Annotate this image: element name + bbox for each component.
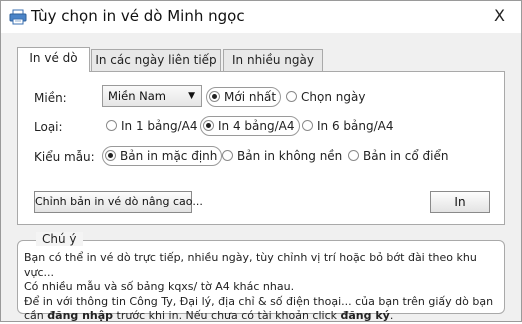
advanced-settings-button[interactable]: Chỉnh bản in vé dò nâng cao...	[34, 191, 203, 213]
radio-unchecked-icon	[302, 119, 313, 131]
note-box: Chú ý Bạn có thể in vé dò trực tiếp, nhi…	[17, 232, 505, 322]
region-select-value: Miền Nam	[108, 89, 166, 103]
radio-unchecked-icon	[106, 119, 117, 131]
radio-checked-icon	[203, 119, 214, 131]
type-option-4[interactable]: In 4 bảng/A4	[200, 116, 300, 136]
tab-consecutive-days[interactable]: In các ngày liên tiếp	[91, 49, 221, 71]
note-text: Bạn có thể in vé dò trực tiếp, nhiều ngà…	[24, 251, 504, 324]
register-link[interactable]: đăng ký	[341, 309, 390, 322]
login-link[interactable]: đăng nhập	[47, 309, 113, 322]
tab-panel: Miền: Miền Nam ▼ Mới nhất Chọn ngày Loại…	[17, 71, 505, 225]
region-label: Miền:	[34, 91, 67, 105]
radio-checked-icon	[105, 149, 116, 161]
radio-checked-icon	[209, 90, 220, 102]
window-title: Tùy chọn in vé dò Minh ngọc	[31, 7, 245, 25]
template-label: Kiểu mẫu:	[34, 150, 95, 164]
template-option-classic[interactable]: Bản in cổ điển	[348, 147, 448, 167]
type-option-6[interactable]: In 6 bảng/A4	[302, 117, 394, 137]
printer-icon	[9, 9, 27, 25]
tab-print-ticket[interactable]: In vé dò	[17, 47, 90, 72]
note-line: cần đăng nhập trước khi in. Nếu chưa có …	[24, 309, 394, 322]
note-line: Bạn có thể in vé dò trực tiếp, nhiều ngà…	[24, 251, 477, 279]
note-title: Chú ý	[36, 232, 83, 246]
tab-multiple-days[interactable]: In nhiều ngày	[223, 49, 323, 71]
note-line: Để in với thông tin Công Ty, Đại lý, địa…	[24, 294, 494, 308]
type-option-1[interactable]: In 1 bảng/A4	[106, 117, 198, 137]
region-select[interactable]: Miền Nam ▼	[102, 85, 202, 107]
print-button[interactable]: In	[430, 191, 490, 213]
title-bar: Tùy chọn in vé dò Minh ngọc X	[1, 1, 521, 33]
type-label: Loại:	[34, 120, 63, 134]
radio-unchecked-icon	[286, 90, 297, 102]
radio-unchecked-icon	[348, 149, 359, 161]
print-options-dialog: Tùy chọn in vé dò Minh ngọc X In vé dò I…	[0, 0, 522, 322]
template-option-default[interactable]: Bản in mặc định	[102, 146, 223, 166]
dropdown-arrow-icon: ▼	[188, 91, 195, 101]
template-option-no-background[interactable]: Bản in không nền	[222, 147, 342, 167]
radio-unchecked-icon	[222, 149, 233, 161]
close-button[interactable]: X	[494, 6, 505, 25]
note-line: Có nhiều mẫu và số bảng kqxs/ tờ A4 khác…	[24, 280, 295, 293]
date-option-latest[interactable]: Mới nhất	[206, 87, 282, 107]
date-option-choose[interactable]: Chọn ngày	[286, 88, 365, 108]
